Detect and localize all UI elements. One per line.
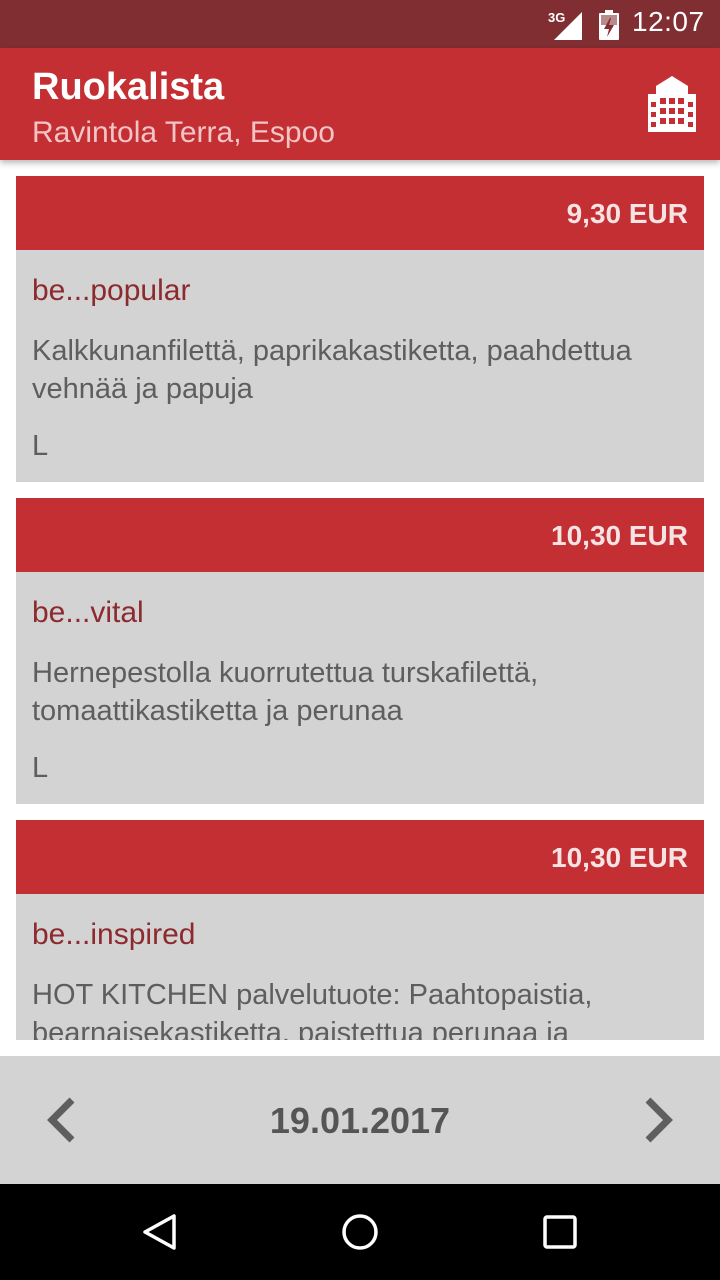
home-button[interactable]: [340, 1212, 380, 1252]
restaurant-name: Ravintola Terra, Espoo: [32, 116, 335, 149]
price-header: 10,30 EUR: [16, 820, 704, 894]
battery-charging-icon: [598, 10, 620, 40]
back-icon: [143, 1214, 176, 1250]
menu-card[interactable]: 10,30 EUR be...inspired HOT KITCHEN palv…: [16, 820, 704, 1040]
next-day-button[interactable]: [626, 1090, 686, 1150]
diet-label: L: [32, 752, 49, 784]
chevron-right-icon: [645, 1097, 673, 1143]
menu-category: be...vital: [32, 596, 144, 629]
menu-list[interactable]: 9,30 EUR be...popular Kalkkunanfilettä, …: [0, 160, 720, 1040]
building-icon: [648, 76, 696, 132]
back-button[interactable]: [140, 1212, 180, 1252]
menu-description: HOT KITCHEN palvelutuote: Paahtopaistia,…: [32, 979, 593, 1040]
price: 10,30 EUR: [551, 842, 688, 873]
price: 9,30 EUR: [566, 198, 688, 229]
menu-category: be...inspired: [32, 918, 196, 951]
menu-category: be...popular: [32, 274, 191, 307]
menu-description: Hernepestolla kuorrutettua turskafilettä…: [32, 657, 539, 727]
signal-icon: 3G: [548, 10, 582, 40]
page-title: Ruokalista: [32, 66, 225, 108]
price-header: 9,30 EUR: [16, 176, 704, 250]
diet-label: L: [32, 430, 49, 462]
system-navigation-bar: [0, 1184, 720, 1280]
select-restaurant-button[interactable]: [640, 74, 704, 134]
menu-description: Kalkkunanfilettä, paprikakastiketta, paa…: [32, 335, 632, 405]
app-bar: Ruokalista Ravintola Terra, Espoo: [0, 48, 720, 160]
menu-card[interactable]: 9,30 EUR be...popular Kalkkunanfilettä, …: [16, 176, 704, 482]
clock: 12:07: [632, 6, 705, 37]
recents-button[interactable]: [540, 1212, 580, 1252]
home-icon: [342, 1214, 378, 1250]
menu-card[interactable]: 10,30 EUR be...vital Hernepestolla kuorr…: [16, 498, 704, 804]
recents-icon: [543, 1215, 577, 1249]
price-header: 10,30 EUR: [16, 498, 704, 572]
date-navigation: 19.01.2017: [0, 1056, 720, 1184]
price: 10,30 EUR: [551, 520, 688, 551]
status-bar: 3G 12:07: [0, 0, 720, 48]
current-date: 19.01.2017: [269, 1100, 451, 1141]
